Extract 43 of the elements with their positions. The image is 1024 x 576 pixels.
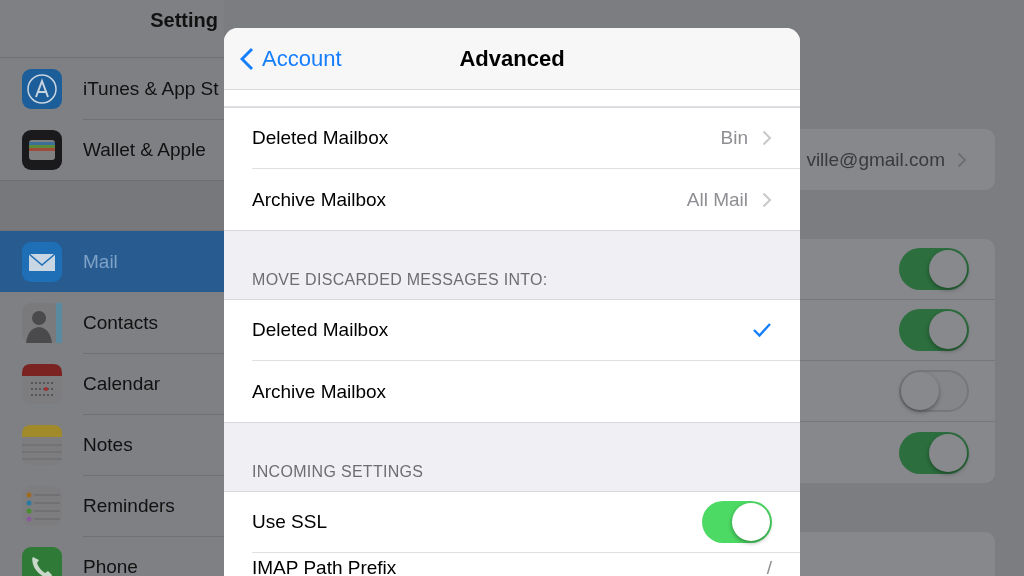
app-icon	[22, 546, 62, 576]
row-label: Deleted Mailbox	[252, 319, 389, 341]
settings-row[interactable]: Deleted Mailbox Bin	[252, 108, 800, 169]
row-value: /	[766, 557, 772, 576]
sidebar-item[interactable]: Wallet & Apple	[0, 119, 224, 180]
app-icon	[22, 302, 62, 343]
toggle-switch[interactable]	[899, 248, 969, 290]
settings-row[interactable]: Archive Mailbox All Mail	[252, 169, 800, 230]
sheet-title: Advanced	[459, 45, 565, 72]
sidebar-item[interactable]: iTunes & App St	[0, 58, 224, 119]
settings-row[interactable]: Use SSL	[252, 492, 800, 553]
app-icon	[22, 68, 62, 109]
settings-row[interactable]: Archive Mailbox	[252, 361, 800, 422]
row-label: IMAP Path Prefix	[252, 557, 397, 576]
row-label: Archive Mailbox	[252, 188, 387, 211]
toggle-switch[interactable]	[899, 431, 969, 474]
back-chevron-icon	[240, 46, 254, 71]
toggle-switch[interactable]	[702, 501, 772, 543]
row-value: Bin	[720, 127, 748, 149]
chevron-icon	[762, 191, 772, 208]
chevron-icon	[957, 151, 967, 168]
section-header: INCOMING SETTINGS	[252, 463, 424, 481]
toggle-switch[interactable]	[899, 370, 969, 412]
sidebar-item[interactable]: Mail	[0, 231, 224, 292]
row-label: Use SSL	[252, 511, 327, 533]
sidebar-item[interactable]: Phone	[0, 536, 224, 576]
sidebar-item[interactable]: Contacts	[0, 292, 224, 353]
row-label: Archive Mailbox	[252, 380, 387, 403]
toggle-switch[interactable]	[899, 309, 969, 351]
app-icon	[22, 241, 62, 282]
row-label: Deleted Mailbox	[252, 127, 389, 149]
sidebar-item[interactable]: Notes	[0, 414, 224, 475]
settings-row[interactable]: Deleted Mailbox	[252, 300, 800, 361]
section-header: MOVE DISCARDED MESSAGES INTO:	[252, 271, 548, 289]
account-row[interactable]: ville@gmail.com	[800, 129, 995, 190]
sidebar-title: Setting	[150, 9, 218, 32]
app-icon	[22, 129, 62, 170]
chevron-icon	[762, 130, 772, 146]
sidebar-item[interactable]: Reminders	[0, 475, 224, 536]
row-value: All Mail	[686, 188, 748, 211]
settings-row[interactable]: IMAP Path Prefix /	[252, 553, 800, 576]
sidebar-item[interactable]: Calendar	[0, 353, 224, 414]
back-button[interactable]: Account	[224, 44, 348, 73]
